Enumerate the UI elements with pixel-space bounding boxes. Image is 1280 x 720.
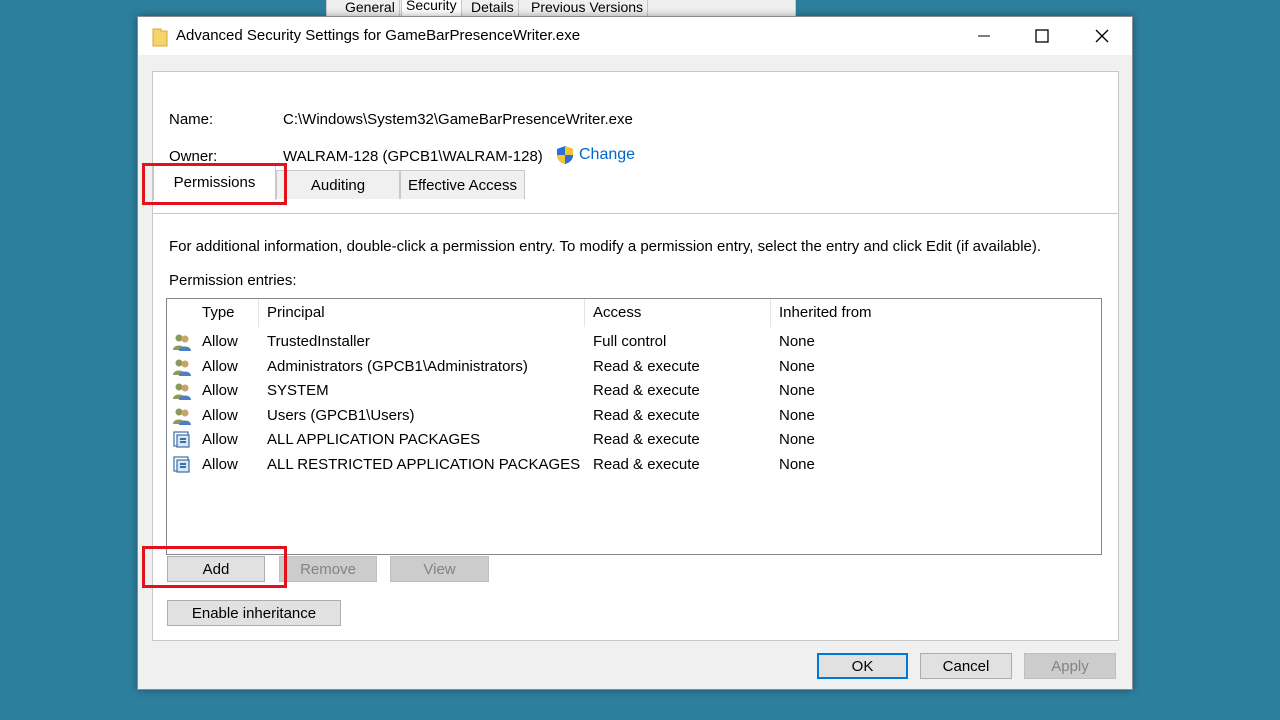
entry-type: Allow xyxy=(202,357,238,375)
app-package-icon xyxy=(172,430,192,450)
table-row[interactable]: Allow Users (GPCB1\Users) Read & execute No… xyxy=(167,404,1101,428)
highlight-add-button xyxy=(142,546,287,588)
permission-entries-label: Permission entries: xyxy=(169,272,297,289)
cancel-button[interactable]: Cancel xyxy=(920,653,1012,679)
entry-principal: TrustedInstaller xyxy=(267,333,370,350)
entry-inherited: None xyxy=(779,406,815,424)
remove-button[interactable]: Remove xyxy=(279,556,377,582)
close-button[interactable] xyxy=(1072,17,1132,55)
entry-type: Allow xyxy=(202,406,238,424)
table-row[interactable]: Allow ALL RESTRICTED APPLICATION PACKAGES… xyxy=(167,453,1101,477)
entry-type: Allow xyxy=(202,456,238,473)
settings-panel: Name: C:\Windows\System32\GameBarPresenc… xyxy=(152,71,1119,641)
table-row[interactable]: Allow ALL APPLICATION PACKAGES Read & exec… xyxy=(167,428,1101,452)
entry-type: Allow xyxy=(202,431,238,449)
entry-inherited: None xyxy=(779,431,815,449)
maximize-button[interactable] xyxy=(1012,17,1072,55)
ok-button[interactable]: OK xyxy=(817,653,908,679)
column-header-inherited[interactable]: Inherited from xyxy=(771,299,971,327)
permission-entries-list[interactable]: Type Principal Access Inherited from All… xyxy=(166,298,1102,555)
entry-access: Read & execute xyxy=(593,431,700,449)
tab-auditing[interactable]: Auditing xyxy=(276,170,400,199)
entry-inherited: None xyxy=(779,333,815,350)
bg-tab-security[interactable]: Security xyxy=(401,0,462,17)
close-icon xyxy=(1095,29,1109,43)
entry-inherited: None xyxy=(779,382,815,400)
users-icon xyxy=(172,357,192,377)
users-icon xyxy=(172,381,192,401)
enable-inheritance-button[interactable]: Enable inheritance xyxy=(167,600,341,626)
entry-inherited: None xyxy=(779,357,815,375)
table-row[interactable]: Allow Administrators (GPCB1\Administrator… xyxy=(167,355,1101,379)
change-owner-link[interactable]: Change xyxy=(556,145,635,165)
entry-type: Allow xyxy=(202,382,238,400)
owner-value: WALRAM-128 (GPCB1\WALRAM-128) xyxy=(283,148,543,165)
name-value: C:\Windows\System32\GameBarPresenceWrite… xyxy=(283,111,633,128)
title-bar: Advanced Security Settings for GameBarPr… xyxy=(138,17,1132,55)
entry-access: Read & execute xyxy=(593,382,700,400)
entry-inherited: None xyxy=(779,456,815,473)
window-title: Advanced Security Settings for GameBarPr… xyxy=(176,27,581,44)
tab-effective-access[interactable]: Effective Access xyxy=(400,170,525,199)
entry-principal: ALL RESTRICTED APPLICATION PACKAGES xyxy=(267,456,581,473)
folder-icon xyxy=(152,28,168,47)
bg-tab-details[interactable]: Details xyxy=(467,0,519,16)
name-label: Name: xyxy=(169,111,214,128)
entry-type: Allow xyxy=(202,333,238,350)
column-header-access[interactable]: Access xyxy=(585,299,771,327)
apply-button[interactable]: Apply xyxy=(1024,653,1116,679)
entry-access: Full control xyxy=(593,333,667,350)
entry-principal: Users (GPCB1\Users) xyxy=(267,406,415,424)
entry-access: Read & execute xyxy=(593,406,700,424)
bg-tab-general[interactable]: General xyxy=(341,0,400,16)
column-header-type[interactable]: Type xyxy=(194,299,259,327)
entry-principal: ALL APPLICATION PACKAGES xyxy=(267,431,481,449)
change-link-label: Change xyxy=(579,146,636,163)
users-icon xyxy=(172,406,192,426)
minimize-button[interactable] xyxy=(954,17,1014,55)
table-row[interactable]: Allow SYSTEM Read & execute None xyxy=(167,379,1101,403)
entry-access: Read & execute xyxy=(593,357,700,375)
bg-tab-previous-versions[interactable]: Previous Versions xyxy=(527,0,649,16)
entry-principal: SYSTEM xyxy=(267,382,329,400)
view-button[interactable]: View xyxy=(390,556,489,582)
minimize-icon xyxy=(978,35,990,37)
advanced-security-window: Advanced Security Settings for GameBarPr… xyxy=(137,16,1133,690)
background-properties-dialog: General Security Details Previous Versio… xyxy=(326,0,796,17)
highlight-permissions-tab xyxy=(142,163,287,205)
app-package-icon xyxy=(172,455,192,475)
tabs-divider xyxy=(153,213,1118,214)
instructions-text: For additional information, double-click… xyxy=(169,238,1042,255)
entry-principal: Administrators (GPCB1\Administrators) xyxy=(267,357,528,375)
column-header-principal[interactable]: Principal xyxy=(259,299,585,327)
uac-shield-icon xyxy=(557,146,573,164)
table-row[interactable]: Allow TrustedInstaller Full control None xyxy=(167,330,1101,354)
maximize-icon xyxy=(1035,29,1049,43)
entry-access: Read & execute xyxy=(593,456,700,473)
users-icon xyxy=(172,332,192,352)
